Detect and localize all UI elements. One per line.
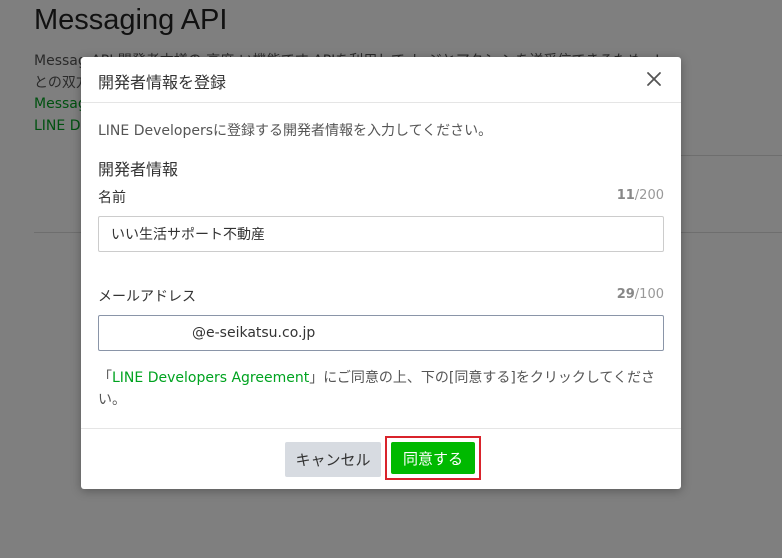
email-char-count: 29: [616, 287, 635, 302]
name-label: 名前: [98, 190, 126, 206]
dialog-header: 開発者情報を登録: [81, 57, 681, 103]
register-developer-dialog: 開発者情報を登録 LINE Developersに登録する開発者情報を入力してく…: [81, 57, 681, 489]
name-char-count: 11: [616, 188, 635, 203]
email-label: メールアドレス: [98, 289, 196, 305]
cancel-button[interactable]: キャンセル: [285, 442, 381, 477]
email-char-max: /100: [634, 287, 664, 302]
close-icon: [647, 72, 661, 86]
agree-button[interactable]: 同意する: [391, 442, 475, 474]
email-char-counter: 29/100: [617, 287, 664, 302]
section-title: 開発者情報: [98, 160, 179, 179]
name-char-max: /200: [634, 188, 664, 203]
dialog-footer: キャンセル 同意する: [81, 428, 681, 489]
close-button[interactable]: [643, 68, 665, 90]
name-input[interactable]: [98, 216, 664, 252]
agreement-text: 「LINE Developers Agreement」にご同意の上、下の[同意す…: [98, 367, 664, 411]
agreement-link[interactable]: LINE Developers Agreement: [112, 370, 309, 386]
email-input[interactable]: [98, 315, 664, 351]
highlight-frame: 同意する: [385, 436, 481, 480]
agreement-prefix: 「: [98, 370, 112, 386]
name-char-counter: 11/200: [617, 188, 664, 203]
dialog-intro-text: LINE Developersに登録する開発者情報を入力してください。: [98, 123, 493, 139]
dialog-title: 開発者情報を登録: [98, 73, 227, 92]
